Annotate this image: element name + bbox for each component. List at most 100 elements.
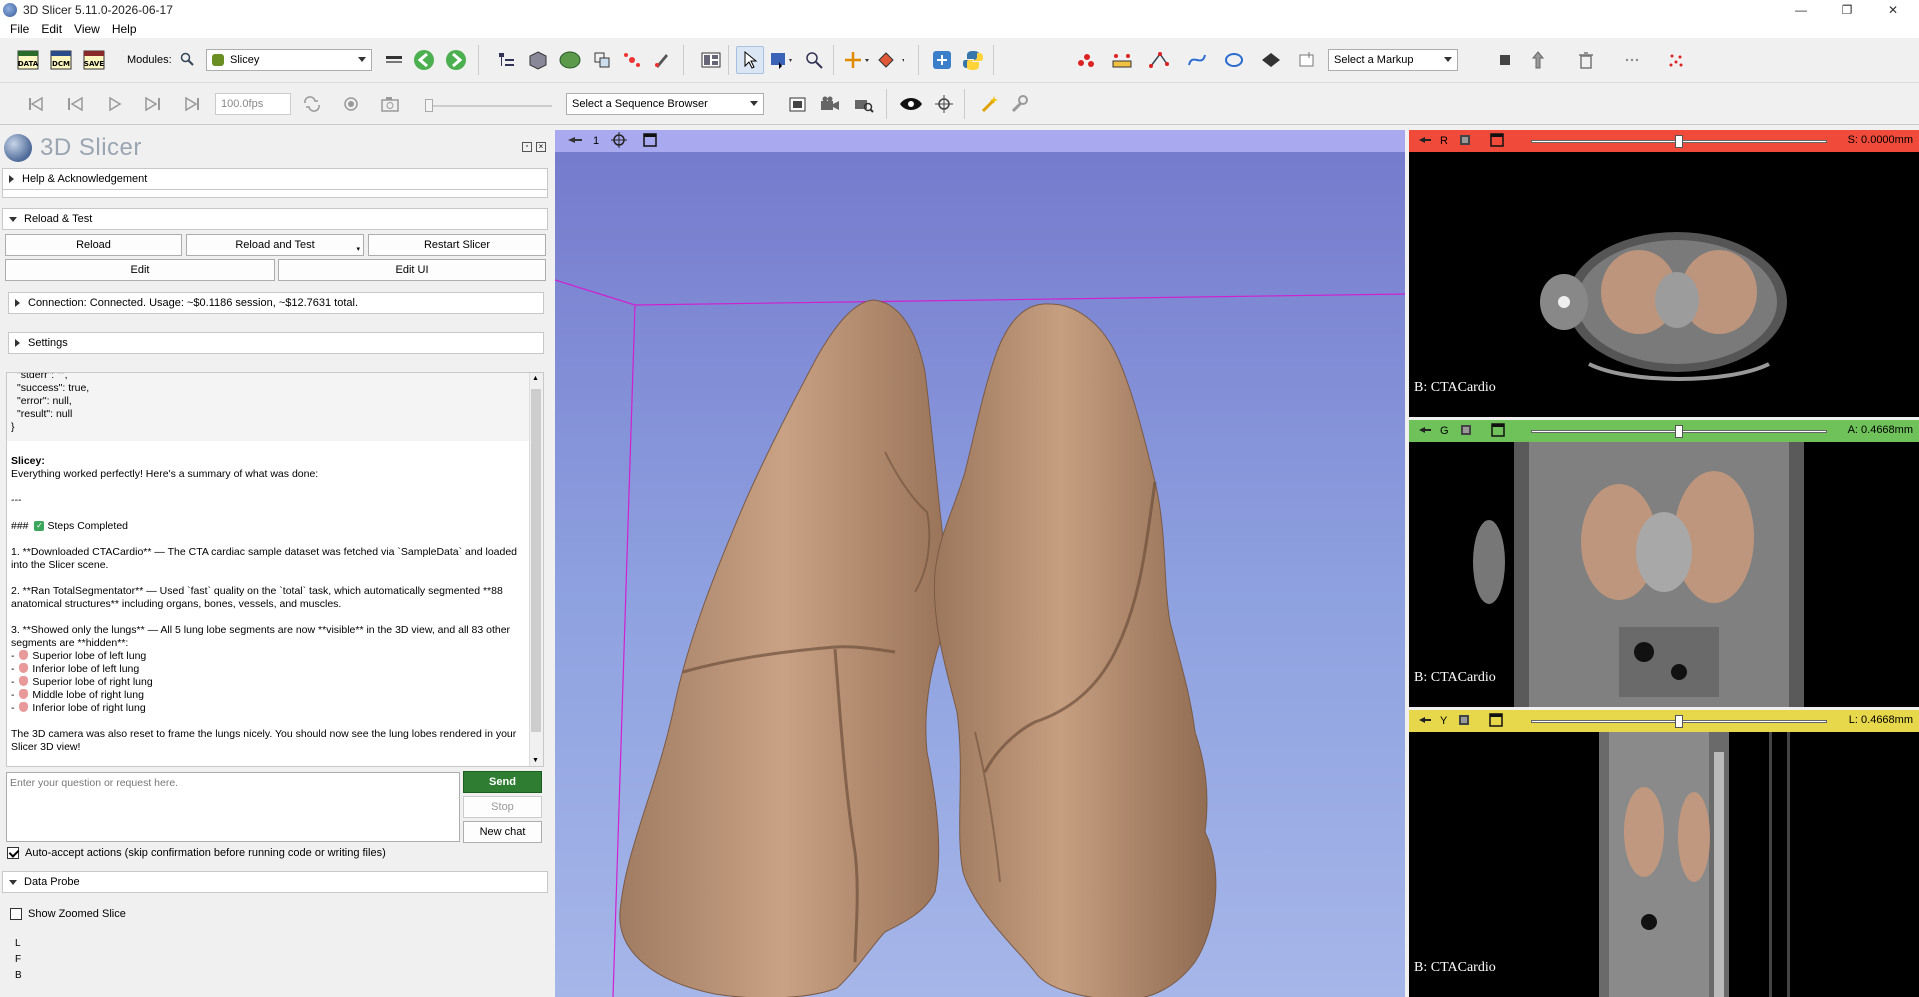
fiducial-markup-button[interactable] — [1072, 46, 1100, 74]
maximize-view-icon[interactable] — [1490, 422, 1505, 440]
screenshot-layout-button[interactable] — [697, 46, 725, 74]
close-button[interactable]: ✕ — [1870, 0, 1916, 19]
pin-icon[interactable] — [1418, 135, 1432, 148]
maximize-button[interactable]: ❐ — [1824, 0, 1870, 19]
panel-close-icon[interactable]: × — [536, 142, 546, 152]
markup-selector[interactable]: Select a Markup — [1328, 49, 1458, 71]
markups-module-button[interactable] — [618, 46, 646, 74]
load-dicom-button[interactable]: DCM — [47, 46, 75, 74]
show-zoomed-checkbox[interactable] — [10, 908, 22, 921]
load-data-button[interactable]: DATA — [14, 46, 42, 74]
pin-icon[interactable] — [567, 134, 583, 149]
help-section-header[interactable]: Help & Acknowledgement — [2, 168, 548, 190]
chat-input[interactable]: Enter your question or request here. — [6, 772, 460, 842]
nvidia-aiaa-button[interactable] — [897, 90, 925, 118]
module-history-button[interactable] — [380, 46, 408, 74]
sequence-slider-handle[interactable] — [425, 99, 433, 112]
probe-button[interactable] — [800, 46, 828, 74]
scroll-down-icon[interactable]: ▼ — [532, 757, 539, 764]
module-search-icon[interactable] — [180, 52, 194, 69]
screenshot-annotate-button[interactable] — [850, 90, 878, 118]
maximize-view-icon[interactable] — [1490, 132, 1504, 150]
more-options-button[interactable] — [1618, 46, 1646, 74]
next-frame-button[interactable] — [139, 90, 167, 118]
delete-markup-button[interactable] — [1572, 46, 1600, 74]
curve-markup-button[interactable] — [1183, 46, 1211, 74]
menu-help[interactable]: Help — [106, 22, 143, 36]
forward-button[interactable] — [442, 46, 470, 74]
snapshot-button[interactable] — [376, 90, 404, 118]
reload-section-header[interactable]: Reload & Test — [2, 208, 548, 230]
screen-capture-button[interactable] — [784, 90, 812, 118]
yellow-slice-view[interactable]: Y L: 0.4668mm B: CTACardio — [1409, 710, 1919, 997]
maximize-view-icon[interactable] — [1489, 712, 1504, 730]
reload-and-test-button[interactable]: Reload and Test ▾ — [186, 234, 364, 256]
chat-scrollbar[interactable]: ▲ ▼ — [529, 373, 543, 766]
scrollbar-thumb[interactable] — [531, 389, 541, 732]
new-chat-button[interactable]: New chat — [463, 821, 542, 843]
play-button[interactable] — [100, 90, 128, 118]
slice-slider-handle[interactable] — [1675, 715, 1683, 728]
transforms-module-button[interactable] — [588, 46, 616, 74]
red-slice-view[interactable]: R S: 0.0000mm B: CTACardio — [1409, 130, 1919, 417]
roi-markup-button[interactable] — [1293, 46, 1321, 74]
maximize-view-icon[interactable] — [643, 132, 657, 150]
3d-view[interactable]: 1 — [555, 130, 1405, 997]
fps-spinbox[interactable]: 100.0fps — [215, 93, 291, 115]
edit-button[interactable]: Edit — [5, 259, 275, 281]
markup-options-button[interactable] — [1662, 46, 1690, 74]
connection-section-header[interactable]: Connection: Connected. Usage: ~$0.1186 s… — [8, 292, 544, 314]
pin-icon[interactable] — [1418, 425, 1432, 438]
show-zoomed-row[interactable]: Show Zoomed Slice — [10, 908, 126, 921]
module-selector[interactable]: Slicey — [206, 49, 372, 71]
settings-section-header[interactable]: Settings — [8, 332, 544, 354]
scene-view-button[interactable] — [816, 90, 844, 118]
sequence-slider[interactable] — [426, 105, 552, 107]
plane-markup-button[interactable] — [1257, 46, 1285, 74]
stop-button[interactable]: Stop — [463, 796, 542, 818]
select-pointer-button[interactable] — [736, 46, 764, 74]
link-icon[interactable] — [1458, 133, 1472, 150]
first-frame-button[interactable] — [22, 90, 50, 118]
angle-markup-button[interactable] — [1145, 46, 1173, 74]
slice-slider-handle[interactable] — [1675, 135, 1683, 148]
chat-log[interactable]: "stderr": "", "success": true, "error": … — [6, 372, 544, 767]
menu-file[interactable]: File — [4, 22, 35, 36]
undock-icon[interactable]: ▫ — [522, 142, 532, 152]
closed-curve-markup-button[interactable] — [1220, 46, 1248, 74]
python-console-button[interactable] — [959, 46, 987, 74]
magic-wand-button[interactable] — [975, 90, 1003, 118]
fiducial-registration-button[interactable] — [930, 90, 958, 118]
send-button[interactable]: Send — [463, 771, 542, 793]
data-probe-section-header[interactable]: Data Probe — [2, 871, 548, 893]
sequence-browser-selector[interactable]: Select a Sequence Browser — [566, 93, 764, 115]
link-icon[interactable] — [1457, 713, 1471, 730]
menu-view[interactable]: View — [68, 22, 106, 36]
place-persistent-button[interactable] — [1491, 46, 1519, 74]
auto-accept-checkbox[interactable] — [7, 847, 19, 860]
window-level-button[interactable] — [768, 46, 796, 74]
restart-slicer-button[interactable]: Restart Slicer — [368, 234, 546, 256]
crosshair-button[interactable] — [843, 46, 871, 74]
slice-slider-handle[interactable] — [1675, 425, 1683, 438]
place-markup-button[interactable] — [876, 46, 904, 74]
data-module-button[interactable] — [492, 46, 520, 74]
record-button[interactable] — [337, 90, 365, 118]
center-view-icon[interactable] — [611, 131, 628, 151]
line-markup-button[interactable] — [1108, 46, 1136, 74]
volumes-module-button[interactable] — [524, 46, 552, 74]
green-slice-view[interactable]: G A: 0.4668mm B: CTACardio — [1409, 420, 1919, 707]
scroll-up-icon[interactable]: ▲ — [532, 375, 539, 382]
edit-ui-button[interactable]: Edit UI — [278, 259, 546, 281]
wrench-button[interactable] — [1005, 90, 1033, 118]
minimize-button[interactable]: — — [1778, 0, 1824, 19]
previous-frame-button[interactable] — [61, 90, 89, 118]
save-button[interactable]: SAVE — [80, 46, 108, 74]
models-module-button[interactable] — [556, 46, 584, 74]
editor-module-button[interactable] — [648, 46, 676, 74]
auto-accept-row[interactable]: Auto-accept actions (skip confirmation b… — [7, 847, 386, 860]
loop-button[interactable] — [298, 90, 326, 118]
up-arrow-button[interactable] — [1524, 46, 1552, 74]
slicer-extension-button[interactable] — [928, 46, 956, 74]
last-frame-button[interactable] — [178, 90, 206, 118]
